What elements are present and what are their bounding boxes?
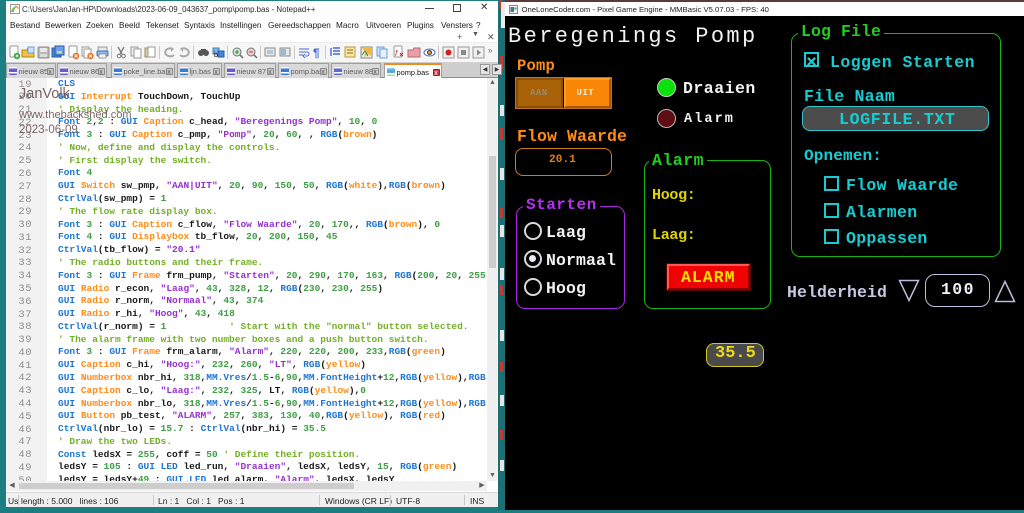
svg-text:b: b: [214, 52, 218, 59]
svg-text:¶: ¶: [313, 46, 320, 60]
